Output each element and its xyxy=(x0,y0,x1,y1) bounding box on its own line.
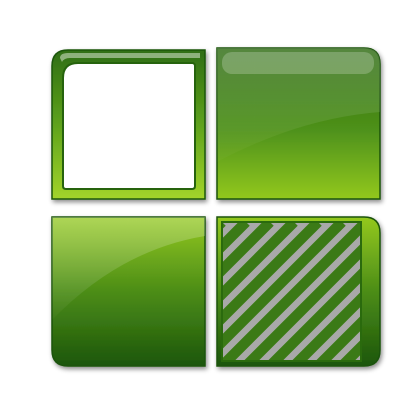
four-tile-grid-icon xyxy=(51,47,381,367)
tile-top-left xyxy=(51,49,206,200)
frame-window xyxy=(62,62,196,190)
tile-bottom-left xyxy=(51,216,206,367)
icon-canvas xyxy=(0,0,420,420)
tile-top-right xyxy=(216,47,381,200)
tile-bottom-right xyxy=(216,216,381,367)
tile-top-highlight xyxy=(222,52,374,74)
